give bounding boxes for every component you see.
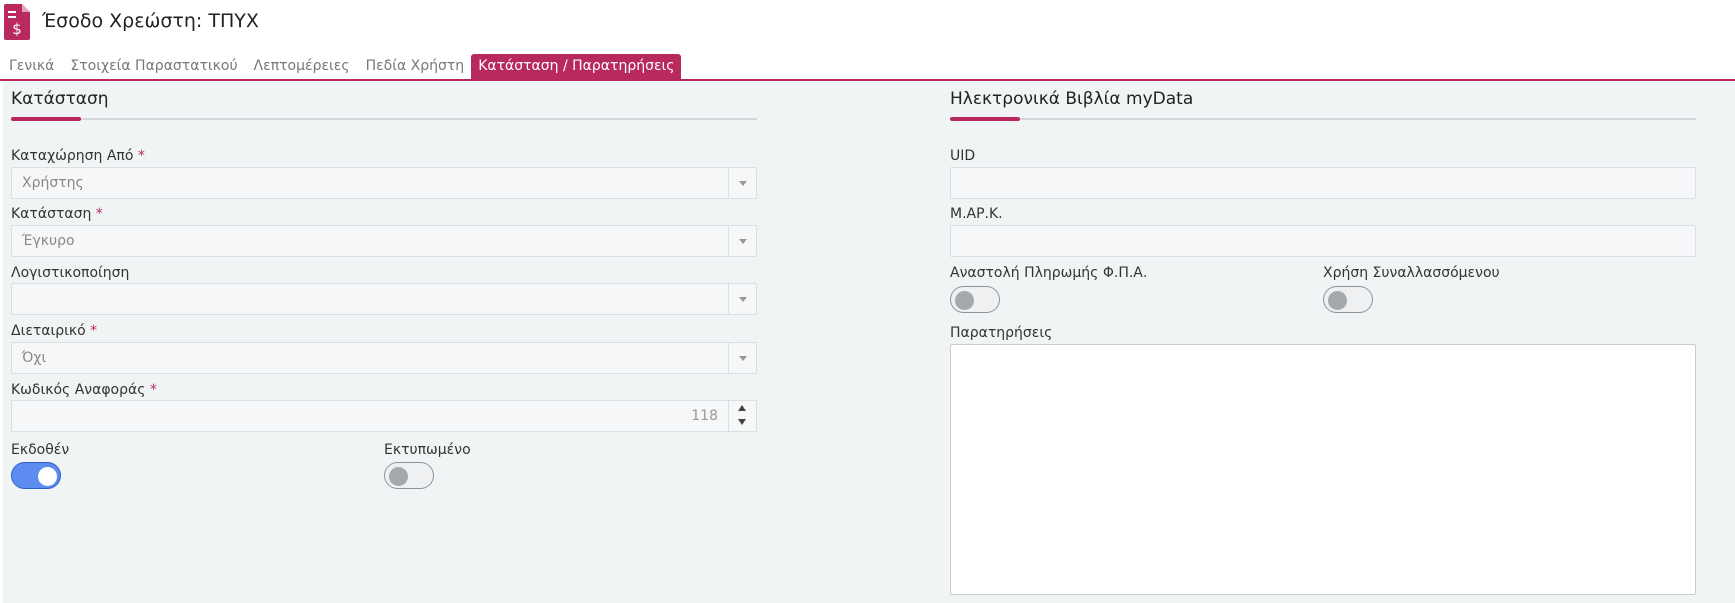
- uid-field[interactable]: [950, 167, 1696, 199]
- stepper-down-icon[interactable]: [738, 419, 746, 425]
- stepper-up-icon[interactable]: [738, 405, 746, 411]
- tab-status-notes[interactable]: Κατάσταση / Παρατηρήσεις: [471, 54, 682, 80]
- issued-label: Εκδοθέν: [11, 442, 70, 458]
- entered-by-select[interactable]: Χρήστης: [11, 167, 757, 199]
- uid-label: UID: [950, 148, 976, 164]
- tab-user-fields[interactable]: Πεδία Χρήστη: [357, 54, 472, 80]
- reference-code-input[interactable]: 118: [11, 400, 757, 432]
- issued-toggle[interactable]: [11, 462, 61, 489]
- mydata-section-title: Ηλεκτρονικά Βιβλία myData: [950, 89, 1194, 109]
- intercompany-label: Διεταιρικό *: [11, 323, 98, 339]
- tab-document-details[interactable]: Στοιχεία Παραστατικού: [61, 54, 244, 80]
- chevron-down-icon[interactable]: [728, 343, 756, 373]
- intercompany-value: Όχι: [22, 350, 47, 366]
- toggle-knob: [1328, 291, 1347, 310]
- page-title: Έσοδο Χρεώστη: ΤΠΥΧ: [42, 10, 259, 32]
- chevron-down-icon[interactable]: [728, 168, 756, 198]
- counterparty-use-label: Χρήση Συναλλασσόμενου: [1323, 265, 1500, 281]
- tab-general[interactable]: Γενικά: [0, 54, 61, 80]
- status-section-title: Κατάσταση: [11, 89, 109, 109]
- reference-code-value: 118: [691, 408, 718, 424]
- toggle-knob: [955, 291, 974, 310]
- notes-label: Παρατηρήσεις: [950, 325, 1053, 341]
- counterparty-use-toggle[interactable]: [1323, 286, 1373, 313]
- mydata-section-accent: [950, 117, 1020, 121]
- invoice-dollar-icon: $: [4, 4, 30, 40]
- number-stepper[interactable]: [728, 401, 756, 431]
- status-section-accent: [11, 117, 81, 121]
- entered-by-label: Καταχώρηση Από *: [11, 148, 145, 164]
- chevron-down-icon[interactable]: [728, 226, 756, 256]
- tab-line-details[interactable]: Λεπτομέρειες: [245, 54, 357, 80]
- tab-content: Κατάσταση Καταχώρηση Από * Χρήστης Κατάσ…: [3, 81, 1735, 603]
- tab-bar: Γενικά Στοιχεία Παραστατικού Λεπτομέρειε…: [0, 54, 682, 80]
- status-select[interactable]: Έγκυρο: [11, 225, 757, 257]
- mark-label: Μ.ΑΡ.Κ.: [950, 206, 1003, 222]
- printed-label: Εκτυπωμένο: [384, 442, 471, 458]
- entered-by-value: Χρήστης: [22, 175, 84, 191]
- chevron-down-icon[interactable]: [728, 284, 756, 314]
- page-header: $ Έσοδο Χρεώστη: ΤΠΥΧ: [0, 0, 1735, 50]
- vat-suspension-toggle[interactable]: [950, 286, 1000, 313]
- printed-toggle[interactable]: [384, 462, 434, 489]
- status-value: Έγκυρο: [22, 233, 75, 249]
- intercompany-select[interactable]: Όχι: [11, 342, 757, 374]
- vat-suspension-label: Αναστολή Πληρωμής Φ.Π.Α.: [950, 265, 1148, 281]
- toggle-knob: [389, 467, 408, 486]
- status-section-divider: [11, 117, 757, 121]
- accounting-select[interactable]: [11, 283, 757, 315]
- reference-code-label: Κωδικός Αναφοράς *: [11, 382, 157, 398]
- notes-textarea[interactable]: [950, 344, 1696, 595]
- mark-field[interactable]: [950, 225, 1696, 257]
- mydata-section-divider: [950, 117, 1696, 121]
- toggle-knob: [38, 467, 57, 486]
- status-label: Κατάσταση *: [11, 206, 103, 222]
- accounting-label: Λογιστικοποίηση: [11, 265, 130, 281]
- svg-text:$: $: [12, 20, 22, 38]
